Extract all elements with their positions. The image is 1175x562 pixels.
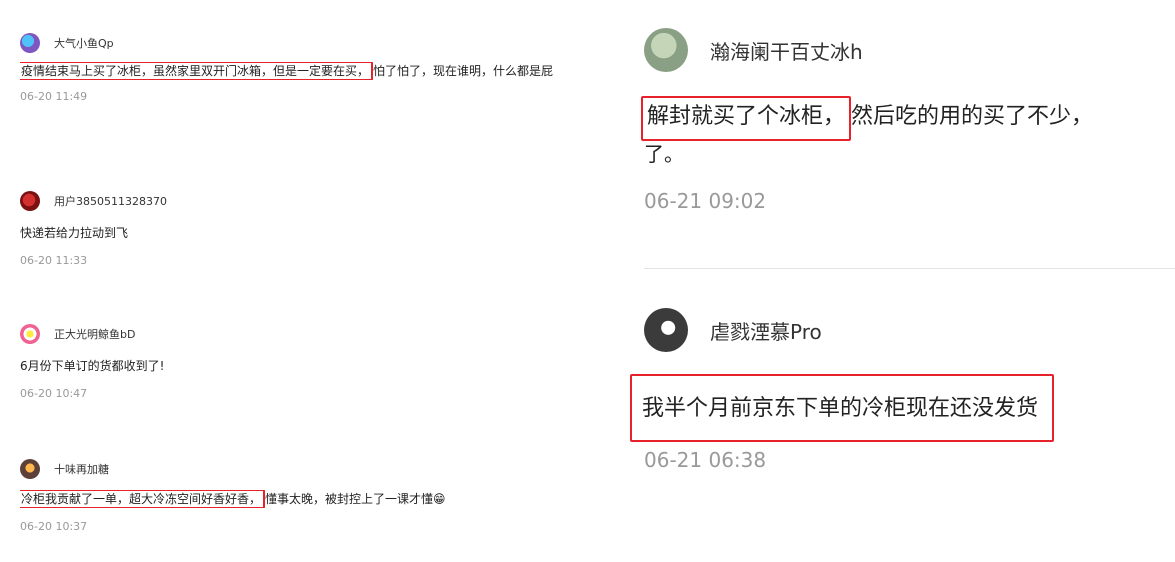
timestamp: 06-20 11:33 xyxy=(20,254,88,267)
comment-text-line2: 了。 xyxy=(644,142,684,166)
comment-item: 用户3850511328370 快递若给力拉动到飞 06-20 11:33 xyxy=(20,190,600,267)
comment-header: 大气小鱼Qp xyxy=(20,32,600,54)
comment-text: 我半个月前京东下单的冷柜现在还没发货 xyxy=(630,374,1175,442)
comment-text-rest: 怕了怕了，现在谁明，什么都是屁 xyxy=(373,64,554,78)
comment-header: 虐戮湮慕Pro xyxy=(644,308,1175,352)
username[interactable]: 虐戮湮慕Pro xyxy=(710,316,822,345)
comment-header: 正大光明鲸鱼bD xyxy=(20,323,600,345)
highlight-box: 疫情结束马上买了冰柜，虽然家里双开门冰箱，但是一定要在买， xyxy=(20,62,374,80)
timestamp: 06-20 11:49 xyxy=(20,90,88,103)
highlight-box: 冷柜我贡献了一单，超大冷冻空间好香好香， xyxy=(20,490,266,508)
avatar[interactable] xyxy=(20,324,40,344)
avatar[interactable] xyxy=(20,191,40,211)
comment-item: 大气小鱼Qp 疫情结束马上买了冰柜，虽然家里双开门冰箱，但是一定要在买， 怕了怕了… xyxy=(20,32,600,103)
right-comment-panel: 瀚海阑干百丈冰h 解封就买了个冰柜， 然后吃的用的买了不少， 了。 06-21 0… xyxy=(600,0,1175,562)
highlight-box: 我半个月前京东下单的冷柜现在还没发货 xyxy=(630,374,1055,442)
comment-text-rest: 懂事太晚，被封控上了一课才懂😁 xyxy=(265,492,446,506)
avatar[interactable] xyxy=(644,308,688,352)
timestamp: 06-20 10:47 xyxy=(20,387,88,400)
username[interactable]: 十味再加糖 xyxy=(54,461,109,477)
timestamp: 06-21 09:02 xyxy=(644,189,767,213)
timestamp: 06-21 06:38 xyxy=(644,448,767,472)
username[interactable]: 大气小鱼Qp xyxy=(54,35,114,51)
comment-text: 疫情结束马上买了冰柜，虽然家里双开门冰箱，但是一定要在买， 怕了怕了，现在谁明，什… xyxy=(20,62,587,80)
left-comment-panel: 大气小鱼Qp 疫情结束马上买了冰柜，虽然家里双开门冰箱，但是一定要在买， 怕了怕了… xyxy=(0,0,600,562)
avatar[interactable] xyxy=(20,459,40,479)
highlight-box: 解封就买了个冰柜， xyxy=(641,96,852,141)
comment-text: 解封就买了个冰柜， 然后吃的用的买了不少， xyxy=(641,96,1175,141)
comment-item: 瀚海阑干百丈冰h 解封就买了个冰柜， 然后吃的用的买了不少， 了。 06-21 0… xyxy=(641,28,1175,213)
username[interactable]: 瀚海阑干百丈冰h xyxy=(710,36,863,65)
comment-item: 正大光明鲸鱼bD 6月份下单订的货都收到了! 06-20 10:47 xyxy=(20,323,600,400)
timestamp: 06-20 10:37 xyxy=(20,520,88,533)
comment-text-rest: 然后吃的用的买了不少， xyxy=(851,104,1094,129)
divider xyxy=(644,268,1175,269)
avatar[interactable] xyxy=(644,28,688,72)
comment-text: 快递若给力拉动到飞 xyxy=(20,226,129,240)
comment-text: 6月份下单订的货都收到了! xyxy=(20,359,165,373)
comment-item: 十味再加糖 冷柜我贡献了一单，超大冷冻空间好香好香， 懂事太晚，被封控上了一课才懂… xyxy=(20,458,600,533)
username[interactable]: 用户3850511328370 xyxy=(54,193,167,209)
comment-text: 冷柜我贡献了一单，超大冷冻空间好香好香， 懂事太晚，被封控上了一课才懂😁 xyxy=(20,490,587,508)
comment-header: 用户3850511328370 xyxy=(20,190,600,212)
comment-header: 瀚海阑干百丈冰h xyxy=(644,28,1175,72)
username[interactable]: 正大光明鲸鱼bD xyxy=(54,326,135,342)
avatar[interactable] xyxy=(20,33,40,53)
comment-header: 十味再加糖 xyxy=(20,458,600,480)
comment-item: 虐戮湮慕Pro 我半个月前京东下单的冷柜现在还没发货 06-21 06:38 xyxy=(630,308,1175,472)
